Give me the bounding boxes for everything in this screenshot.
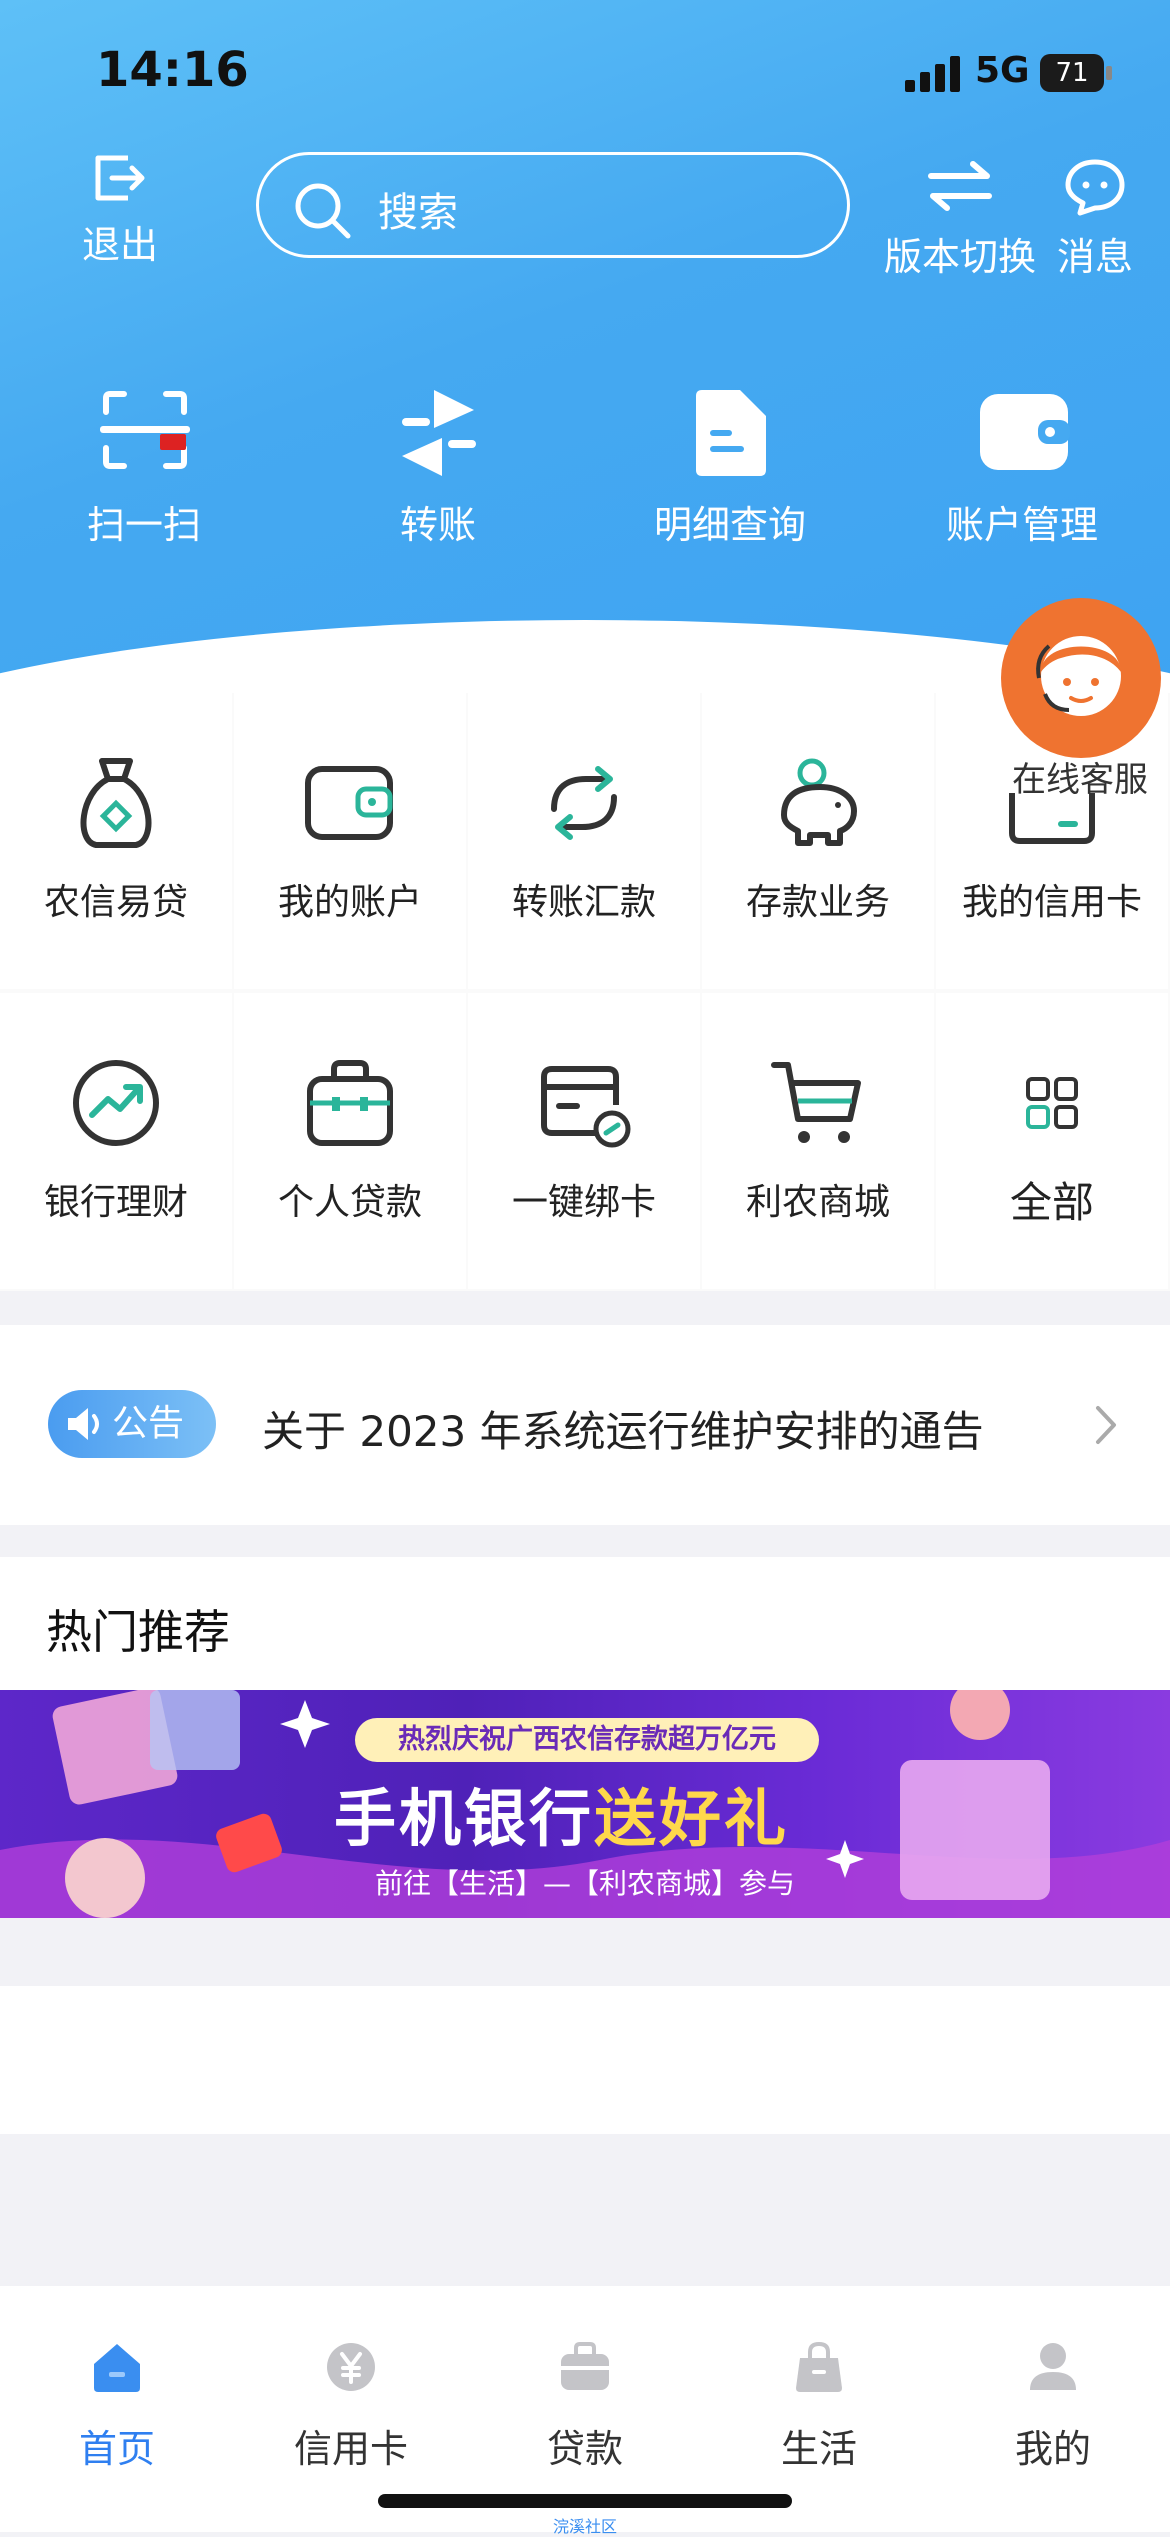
grid-item-transfer-remit[interactable]: 转账汇款 [468, 693, 700, 989]
search-icon [295, 183, 351, 239]
chat-bubble-icon [1065, 159, 1125, 216]
tab-credit-card[interactable]: 信用卡 [234, 2340, 468, 2473]
profile-icon [1030, 2343, 1076, 2390]
home-icon [94, 2344, 140, 2392]
online-support-label: 在线客服 [1012, 760, 1148, 800]
footer-tiny-text: 浣溪社区 [553, 2517, 618, 2536]
tab-label: 生活 [780, 2427, 857, 2471]
version-switch-label: 版本切换 [883, 235, 1036, 279]
logout-label: 退出 [81, 223, 158, 267]
banner-headline: 手机银行送好礼 [334, 1768, 789, 1858]
money-bag-icon [80, 758, 152, 848]
wallet-icon [980, 394, 1070, 470]
banner-headline-highlight: 送好礼 [594, 1782, 790, 1855]
tab-label: 我的 [1014, 2427, 1091, 2471]
tab-home[interactable]: 首页 [0, 2340, 234, 2473]
grid-item-my-account[interactable]: 我的账户 [234, 693, 466, 989]
grid-item-deposit[interactable]: 存款业务 [702, 693, 934, 989]
grid-item-mall[interactable]: 利农商城 [702, 993, 934, 1289]
banner-headline-main: 手机银行 [334, 1782, 595, 1855]
loan-briefcase-icon [561, 2342, 609, 2390]
statement-icon [696, 390, 766, 476]
piggy-bank-icon [781, 758, 857, 846]
grid-item-label: 农信易贷 [43, 882, 188, 923]
network-label: 5G [975, 50, 1030, 91]
message-label: 消息 [1056, 235, 1133, 279]
grid-item-label: 全部 [1009, 1178, 1094, 1227]
tab-label: 信用卡 [293, 2427, 408, 2471]
section-title: 热门推荐 [46, 1605, 230, 1659]
notice-text[interactable]: 关于 2023 年系统运行维护安排的通告 [262, 1398, 984, 1459]
grid-item-label: 银行理财 [43, 1182, 188, 1223]
shopping-bag-icon [796, 2341, 842, 2392]
tab-loan[interactable]: 贷款 [468, 2340, 702, 2473]
tab-label: 首页 [78, 2427, 155, 2471]
speaker-icon [68, 1408, 99, 1440]
grid-item-wealth[interactable]: 银行理财 [0, 993, 232, 1289]
tab-label: 贷款 [546, 2427, 623, 2471]
grid-item-label: 存款业务 [745, 882, 890, 923]
yen-card-icon [327, 2343, 375, 2391]
banner-tagline: 热烈庆祝广西农信存款超万亿元 [355, 1718, 819, 1762]
banner-subtext: 前往【生活】—【利农商城】参与 [375, 1867, 796, 1900]
service-grid: 农信易贷 我的账户 转账汇款 存款业务 我的信用卡 银行理财 个人贷款 一键绑卡… [0, 693, 1170, 1291]
transfer-icon [402, 390, 476, 476]
grid-item-personal-loan[interactable]: 个人贷款 [234, 993, 466, 1289]
quick-label: 明细查询 [653, 503, 806, 547]
bind-card-icon [541, 1066, 631, 1148]
notice-badge-label: 公告 [112, 1403, 185, 1444]
switch-arrows-icon [928, 161, 992, 211]
logout-icon [95, 155, 145, 201]
chevron-right-icon[interactable] [1094, 1404, 1118, 1446]
grid-item-label: 转账汇款 [511, 882, 656, 923]
home-indicator [378, 2494, 792, 2508]
trend-icon [73, 1060, 159, 1146]
tab-mine[interactable]: 我的 [936, 2340, 1170, 2473]
quick-label: 账户管理 [945, 503, 1098, 547]
grid-item-bind-card[interactable]: 一键绑卡 [468, 993, 700, 1289]
header-background [0, 0, 1170, 720]
customer-service-icon [1036, 636, 1121, 716]
grid-icon [1026, 1077, 1078, 1129]
briefcase-icon [307, 1060, 393, 1146]
grid-item-label: 一键绑卡 [511, 1182, 656, 1223]
blank-card [0, 1986, 1170, 2134]
quick-label: 转账 [399, 503, 476, 547]
grid-item-label: 个人贷款 [277, 1182, 422, 1223]
grid-item-label: 我的信用卡 [961, 882, 1142, 923]
grid-item-label: 利农商城 [745, 1182, 890, 1223]
online-support-button[interactable] [1001, 598, 1161, 758]
scan-icon [100, 391, 190, 469]
grid-item-all[interactable]: 全部 [936, 993, 1168, 1289]
tab-life[interactable]: 生活 [702, 2340, 936, 2473]
logout-button[interactable]: 退出 [70, 150, 170, 269]
quick-label: 扫一扫 [86, 503, 201, 547]
message-button[interactable]: 消息 [1050, 158, 1140, 281]
wallet-icon [305, 766, 393, 840]
version-switch-button[interactable]: 版本切换 [880, 160, 1040, 281]
signal-icon [905, 56, 961, 92]
battery-icon: 71 [1040, 54, 1112, 92]
notice-badge: 公告 [48, 1390, 216, 1458]
status-time: 14:16 [96, 42, 249, 98]
exchange-icon [551, 766, 617, 840]
cart-icon [771, 1062, 861, 1143]
grid-item-label: 我的账户 [277, 882, 422, 923]
grid-item-loan-easy[interactable]: 农信易贷 [0, 693, 232, 989]
search-placeholder: 搜索 [378, 190, 458, 236]
